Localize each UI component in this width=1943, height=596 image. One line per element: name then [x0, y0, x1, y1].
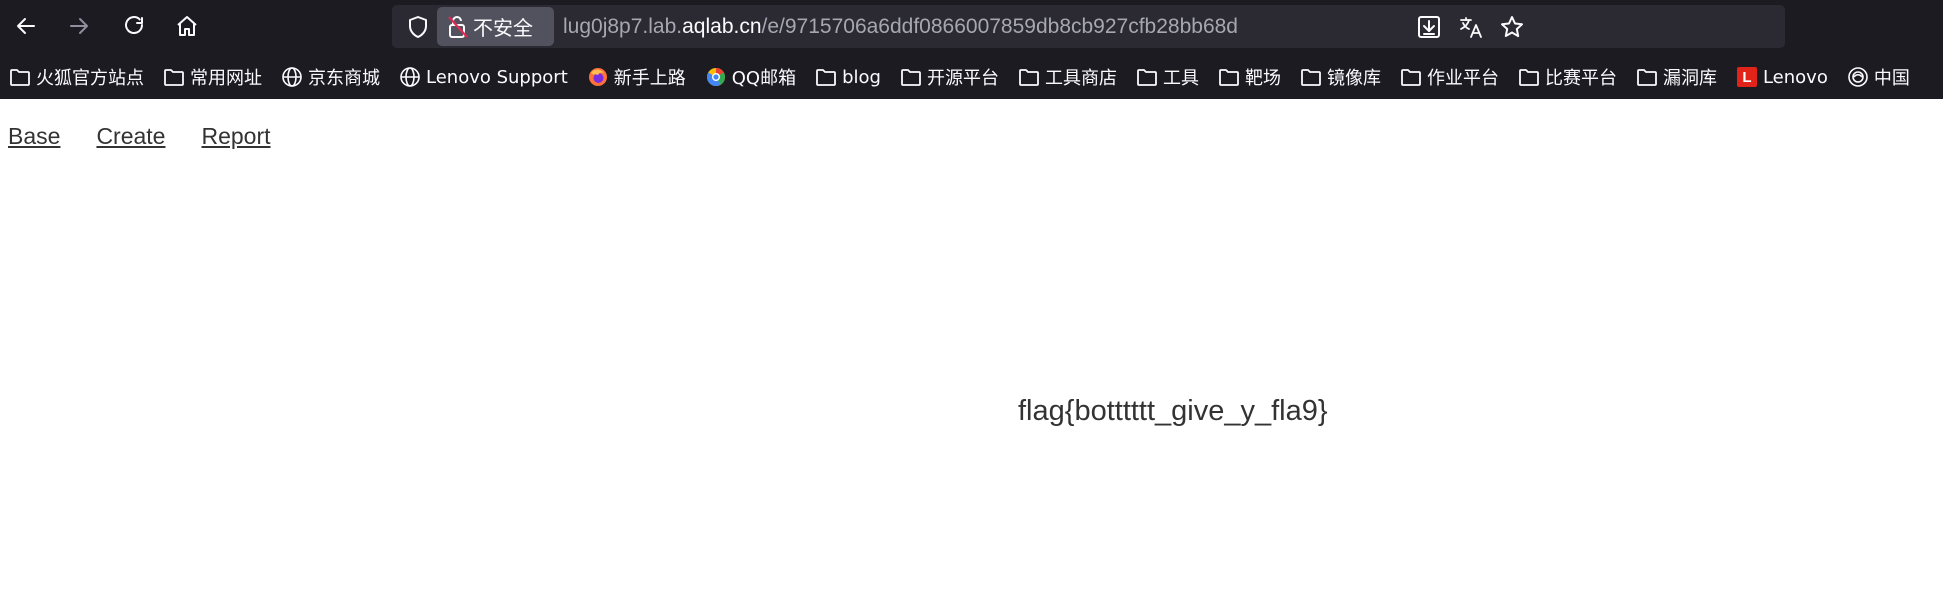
folder-icon	[1400, 66, 1422, 88]
reload-button[interactable]	[116, 9, 152, 43]
bookmark-item[interactable]: L Lenovo	[1727, 61, 1834, 93]
bookmark-item[interactable]: 工具商店	[1009, 61, 1123, 93]
bookmark-item[interactable]: Lenovo Support	[390, 61, 574, 93]
folder-icon	[1136, 66, 1158, 88]
bookmark-label: 新手上路	[613, 68, 686, 89]
lenovo-icon: L	[1736, 66, 1758, 88]
folder-icon	[1518, 66, 1540, 88]
bookmark-item[interactable]: 比赛平台	[1509, 61, 1623, 93]
bookmark-item[interactable]: blog	[806, 61, 887, 93]
bookmark-item[interactable]: 作业平台	[1391, 61, 1505, 93]
bookmark-label: 火狐官方站点	[36, 68, 144, 89]
bookmark-label: 京东商城	[308, 68, 380, 89]
bookmark-item[interactable]: 新手上路	[578, 61, 692, 93]
nav-link-base[interactable]: Base	[8, 123, 60, 150]
insecure-connection-button[interactable]: 不安全	[437, 7, 554, 46]
globe-icon	[281, 66, 303, 88]
bookmark-label: 靶场	[1244, 68, 1281, 89]
bookmark-item[interactable]: QQ邮箱	[696, 61, 802, 93]
bookmark-label: 中国	[1873, 68, 1910, 89]
bookmark-item[interactable]: 开源平台	[891, 61, 1005, 93]
star-icon[interactable]	[1499, 14, 1525, 40]
bookmark-label: 漏洞库	[1662, 68, 1717, 89]
download-icon[interactable]	[1416, 14, 1442, 40]
bookmark-label: blog	[842, 66, 881, 88]
folder-icon	[163, 66, 185, 88]
nav-toolbar: 不安全 lug0j8p7.lab.aqlab.cn/e/9715706a6ddf…	[0, 0, 1943, 52]
bookmark-item[interactable]: 工具	[1127, 61, 1205, 93]
bookmark-label: 作业平台	[1426, 68, 1499, 89]
firefox-icon	[587, 66, 609, 88]
bookmark-item[interactable]: 漏洞库	[1627, 61, 1723, 93]
bookmark-label: 开源平台	[926, 68, 999, 89]
bookmark-item[interactable]: 京东商城	[272, 61, 386, 93]
bookmark-label: 比赛平台	[1544, 68, 1617, 89]
nav-link-report[interactable]: Report	[201, 123, 270, 150]
bookmark-label: QQ邮箱	[731, 68, 797, 89]
url-prefix: lug0j8p7.lab.	[563, 15, 683, 38]
bookmark-item[interactable]: 火狐官方站点	[0, 61, 150, 93]
flag-text: flag{botttttt_give_y_fla9}	[1018, 395, 1328, 427]
forward-arrow-icon	[70, 18, 88, 34]
site-nav: Base Create Report	[8, 123, 307, 150]
folder-icon	[1018, 66, 1040, 88]
translate-icon[interactable]	[1458, 14, 1484, 40]
globe-icon	[399, 66, 421, 88]
bookmark-label: 工具	[1162, 68, 1199, 89]
bookmark-item[interactable]: 常用网址	[154, 61, 268, 93]
qqmail-icon	[705, 66, 727, 88]
bookmark-item[interactable]: 镜像库	[1291, 61, 1387, 93]
home-icon	[177, 16, 197, 36]
folder-icon	[1636, 66, 1658, 88]
shield-icon[interactable]	[406, 15, 430, 39]
site-icon	[1847, 66, 1869, 88]
bookmark-label: 常用网址	[190, 68, 262, 89]
folder-icon	[9, 66, 31, 88]
back-arrow-icon	[17, 18, 35, 34]
home-button[interactable]	[169, 9, 205, 43]
url-host: aqlab.cn	[682, 15, 762, 38]
folder-icon	[1300, 66, 1322, 88]
bookmark-label: 镜像库	[1326, 68, 1381, 89]
url-path: /e/9715706a6ddf0866007859db8cb927cfb28bb…	[761, 15, 1238, 38]
bookmark-label: 工具商店	[1044, 68, 1117, 89]
folder-icon	[815, 66, 837, 88]
browser-chrome: 不安全 lug0j8p7.lab.aqlab.cn/e/9715706a6ddf…	[0, 0, 1943, 99]
folder-icon	[900, 66, 922, 88]
url-text[interactable]: lug0j8p7.lab.aqlab.cn/e/9715706a6ddf0866…	[563, 5, 1238, 48]
bookmark-item[interactable]: 靶场	[1209, 61, 1287, 93]
bookmark-label: Lenovo	[1762, 66, 1828, 88]
folder-icon	[1218, 66, 1240, 88]
insecure-label: 不安全	[473, 16, 533, 40]
insecure-lock-icon	[448, 15, 468, 38]
bookmarks-toolbar: 火狐官方站点 常用网址 京东商城 Lenovo Support 新手上路 QQ邮…	[0, 55, 1943, 99]
back-button[interactable]	[8, 9, 44, 43]
bookmark-label: Lenovo Support	[426, 66, 568, 88]
reload-icon	[125, 16, 143, 34]
bookmark-item[interactable]: 中国	[1838, 61, 1916, 93]
page-content: Base Create Report flag{botttttt_give_y_…	[0, 99, 1943, 596]
url-bar[interactable]: 不安全 lug0j8p7.lab.aqlab.cn/e/9715706a6ddf…	[392, 5, 1785, 48]
nav-link-create[interactable]: Create	[96, 123, 165, 150]
forward-button[interactable]	[61, 9, 97, 43]
